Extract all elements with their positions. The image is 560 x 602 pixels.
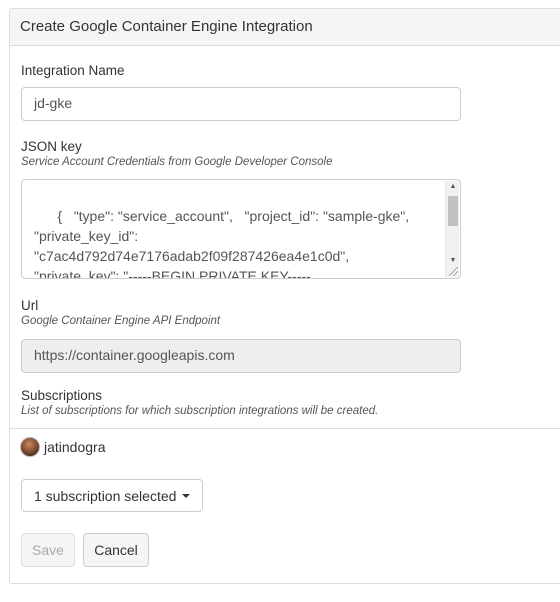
json-key-textarea[interactable]: { "type": "service_account", "project_id… bbox=[21, 179, 461, 279]
scroll-up-arrow-icon[interactable]: ▲ bbox=[446, 181, 460, 193]
integration-name-group: Integration Name bbox=[21, 63, 125, 78]
subscriptions-divider bbox=[10, 428, 560, 429]
caret-down-icon bbox=[182, 493, 191, 498]
subscription-dropdown-label: 1 subscription selected bbox=[34, 487, 177, 504]
scroll-thumb[interactable] bbox=[448, 196, 458, 226]
json-key-help: Service Account Credentials from Google … bbox=[21, 156, 333, 168]
subscription-account: jatindogra bbox=[20, 437, 106, 457]
account-name: jatindogra bbox=[44, 439, 106, 455]
integration-name-label: Integration Name bbox=[21, 63, 125, 78]
json-key-text: { "type": "service_account", "project_id… bbox=[34, 208, 410, 279]
json-key-scrollbar[interactable]: ▲ ▼ bbox=[445, 181, 459, 277]
subscriptions-help: List of subscriptions for which subscrip… bbox=[21, 405, 379, 417]
subscriptions-group: Subscriptions List of subscriptions for … bbox=[21, 388, 378, 417]
integration-name-input[interactable]: jd-gke bbox=[21, 87, 461, 121]
url-help: Google Container Engine API Endpoint bbox=[21, 315, 221, 327]
panel-title: Create Google Container Engine Integrati… bbox=[10, 9, 560, 46]
subscription-dropdown-button[interactable]: 1 subscription selected bbox=[21, 479, 204, 512]
url-group: Url Google Container Engine API Endpoint bbox=[21, 298, 220, 327]
scroll-down-arrow-icon[interactable]: ▼ bbox=[446, 255, 460, 267]
integration-name-wrapper: jd-gke bbox=[21, 87, 461, 121]
url-wrapper: https://container.googleapis.com bbox=[21, 339, 461, 373]
cancel-button[interactable]: Cancel bbox=[83, 533, 149, 567]
avatar bbox=[20, 437, 40, 457]
json-key-wrapper: { "type": "service_account", "project_id… bbox=[21, 179, 461, 279]
save-button[interactable]: Save bbox=[21, 533, 75, 567]
subscriptions-label: Subscriptions bbox=[21, 388, 103, 403]
json-key-label: JSON key bbox=[21, 139, 82, 154]
integration-panel: Create Google Container Engine Integrati… bbox=[9, 8, 560, 584]
resize-grip-icon[interactable] bbox=[449, 267, 458, 276]
url-input: https://container.googleapis.com bbox=[21, 339, 461, 373]
url-label: Url bbox=[21, 298, 39, 313]
json-key-group: JSON key Service Account Credentials fro… bbox=[21, 139, 333, 168]
